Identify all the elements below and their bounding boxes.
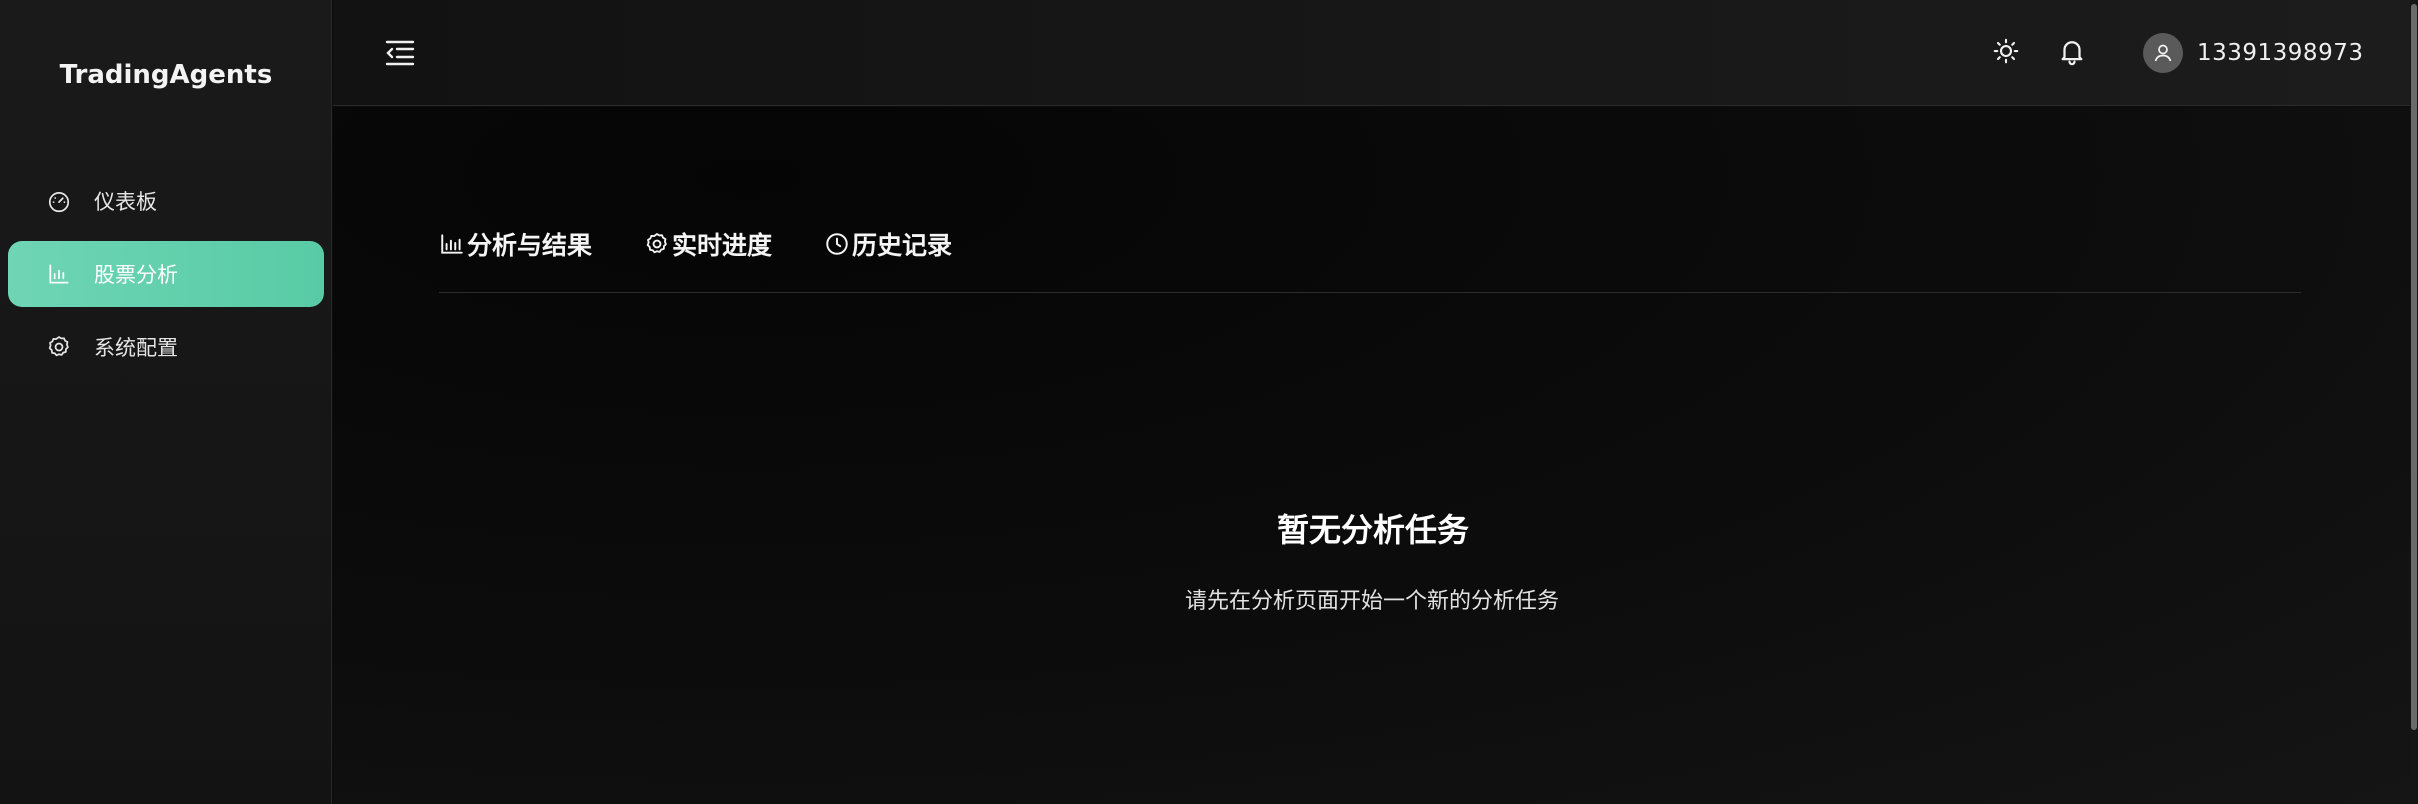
bar-chart-icon	[46, 261, 72, 287]
clock-icon	[826, 233, 848, 255]
main-content: 分析与结果 实时进度 历史记录 暂无分析任务 请先在分析页面开始一个新的分析任务	[333, 107, 2411, 804]
tab-bar: 分析与结果 实时进度 历史记录	[439, 227, 2301, 293]
user-menu[interactable]: 13391398973	[2143, 33, 2363, 73]
sun-icon[interactable]	[1991, 36, 2021, 66]
tab-history[interactable]: 历史记录	[824, 227, 952, 261]
empty-state-subtitle: 请先在分析页面开始一个新的分析任务	[1185, 589, 1560, 614]
sidebar-item-dashboard[interactable]: 仪表板	[8, 168, 324, 234]
sidebar-item-label: 股票分析	[94, 263, 178, 287]
tab-label: 历史记录	[852, 231, 953, 260]
user-name: 13391398973	[2197, 40, 2364, 66]
app-window: TradingAgents 仪表板 股票分析 系统配置 13391398973 …	[0, 0, 2418, 804]
page-scrollbar[interactable]	[2410, 0, 2418, 804]
tab-realtime-progress[interactable]: 实时进度	[644, 227, 772, 261]
scrollbar-thumb[interactable]	[2411, 4, 2417, 730]
brand-logo: TradingAgents	[59, 60, 273, 90]
tab-label: 分析与结果	[467, 231, 593, 260]
sidebar-item-label: 系统配置	[94, 336, 178, 360]
sidebar-item-label: 仪表板	[94, 190, 157, 214]
tab-label: 实时进度	[672, 231, 773, 260]
gear-icon	[646, 233, 667, 254]
bell-icon[interactable]	[2057, 36, 2087, 66]
bar-chart-icon	[441, 234, 463, 254]
tab-analysis-results[interactable]: 分析与结果	[439, 227, 592, 261]
sidebar-item-stock-analysis[interactable]: 股票分析	[8, 241, 324, 307]
gear-icon	[46, 334, 72, 360]
user-icon	[2143, 33, 2183, 73]
gauge-icon	[46, 188, 72, 214]
sidebar-nav: 仪表板 股票分析 系统配置	[0, 168, 332, 387]
sidebar: TradingAgents 仪表板 股票分析 系统配置	[0, 0, 332, 804]
collapse-menu-icon[interactable]	[383, 37, 417, 69]
sidebar-item-system-config[interactable]: 系统配置	[8, 314, 324, 380]
top-header: 13391398973	[333, 0, 2411, 106]
empty-state-title: 暂无分析任务	[1277, 511, 1470, 549]
